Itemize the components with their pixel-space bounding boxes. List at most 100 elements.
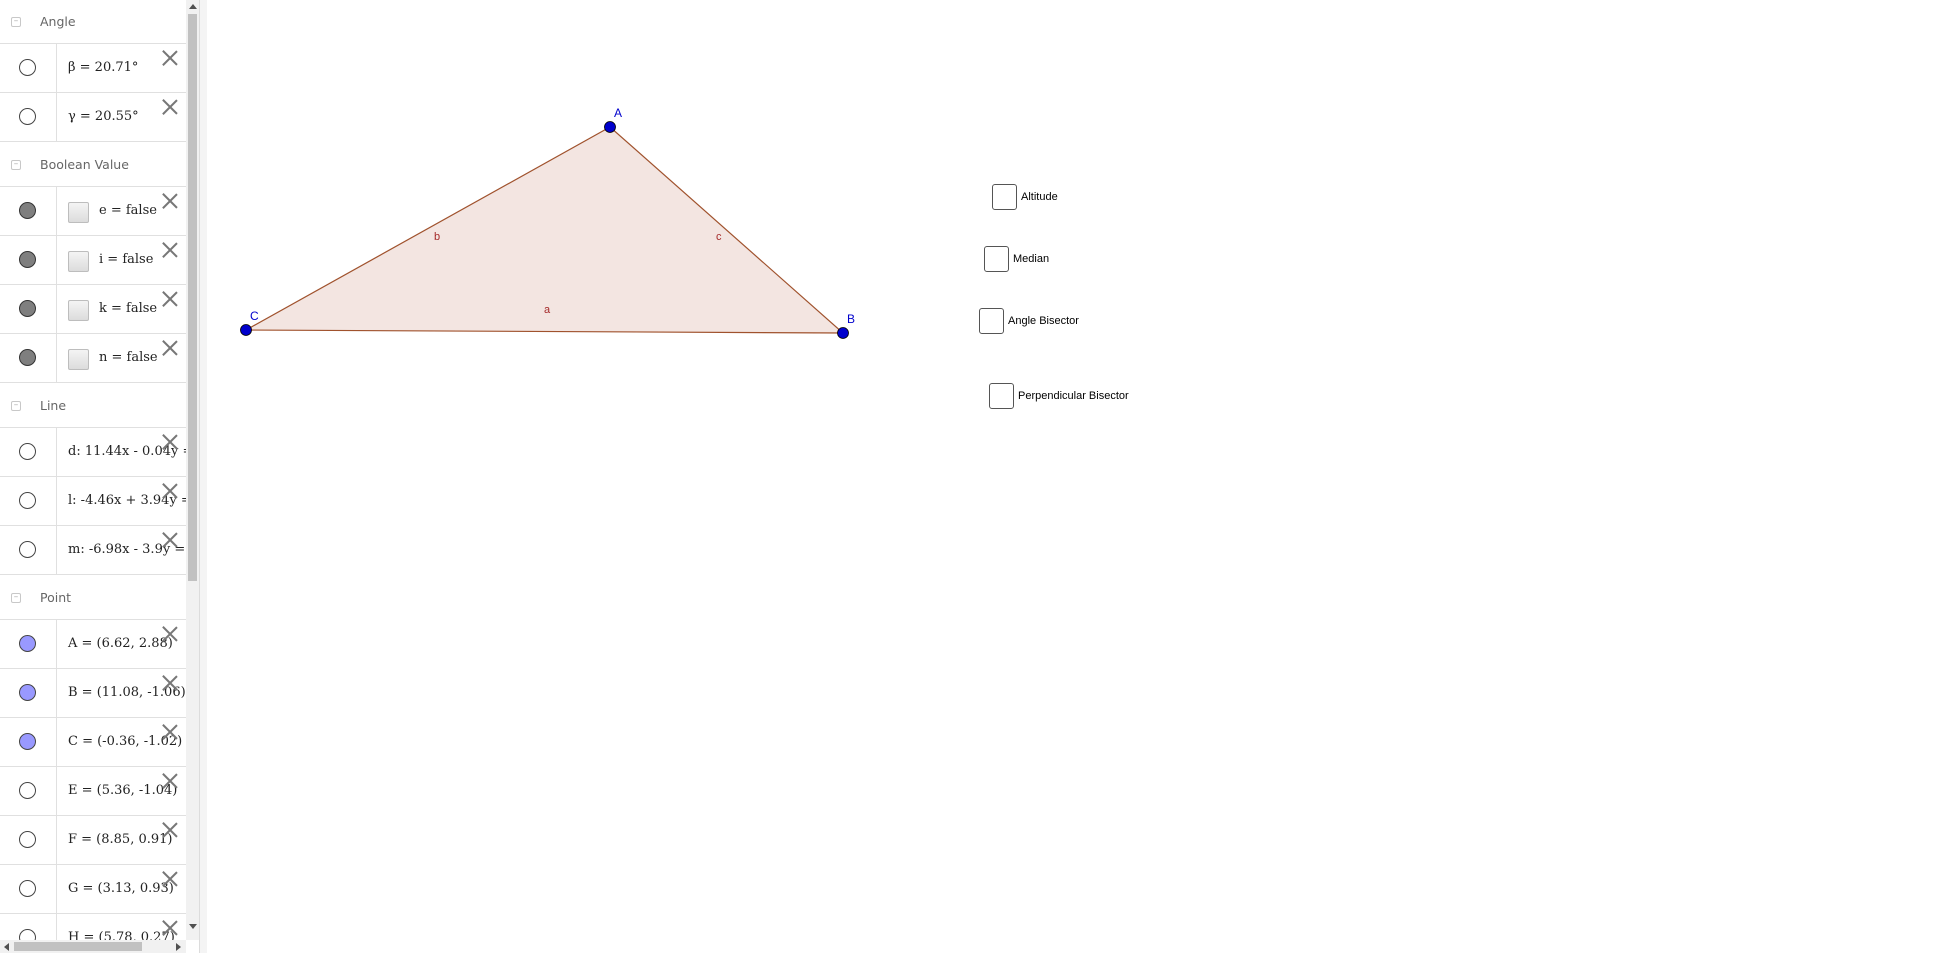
- algebra-item-text[interactable]: γ = 20.55°: [68, 93, 139, 141]
- scrollbar-thumb[interactable]: [14, 942, 142, 951]
- boolean-checkbox[interactable]: [68, 349, 89, 370]
- category-angle[interactable]: – Angle: [0, 0, 186, 44]
- delete-icon[interactable]: [162, 675, 178, 691]
- boolean-checkbox[interactable]: [68, 300, 89, 321]
- triangle-ABC[interactable]: [243, 126, 845, 334]
- algebra-row-e[interactable]: e = false: [0, 187, 186, 236]
- checkbox-label[interactable]: Median: [1013, 253, 1049, 265]
- algebra-item-text[interactable]: k = false: [99, 285, 157, 333]
- algebra-row-E[interactable]: E = (5.36, -1.04): [0, 767, 186, 816]
- scroll-down-arrow-icon[interactable]: [189, 924, 197, 929]
- algebra-row-B[interactable]: B = (11.08, -1.06): [0, 669, 186, 718]
- checkbox-box[interactable]: [992, 184, 1017, 210]
- side-label-c: c: [716, 231, 722, 243]
- visibility-toggle[interactable]: [19, 541, 36, 558]
- visibility-toggle[interactable]: [19, 108, 36, 125]
- algebra-row-m[interactable]: m: -6.98x - 3.9y = -: [0, 526, 186, 575]
- graphics-view[interactable]: a b c A B C Altitude Median Angle Bisect…: [207, 0, 1938, 953]
- point-C[interactable]: [240, 324, 252, 336]
- category-label: Point: [40, 590, 72, 605]
- algebra-row-beta[interactable]: β = 20.71°: [0, 44, 186, 93]
- visibility-toggle[interactable]: [19, 300, 36, 317]
- visibility-toggle[interactable]: [19, 684, 36, 701]
- delete-icon[interactable]: [162, 724, 178, 740]
- visibility-toggle[interactable]: [19, 782, 36, 799]
- algebra-row-F[interactable]: F = (8.85, 0.91): [0, 816, 186, 865]
- scroll-right-arrow-icon[interactable]: [176, 943, 181, 951]
- algebra-item-text[interactable]: e = false: [99, 187, 157, 235]
- visibility-toggle[interactable]: [19, 733, 36, 750]
- altitude-checkbox[interactable]: Altitude: [992, 184, 1058, 210]
- algebra-item-text[interactable]: F = (8.85, 0.91): [68, 816, 172, 864]
- point-B[interactable]: [837, 327, 849, 339]
- point-label-B: B: [847, 312, 855, 326]
- delete-icon[interactable]: [162, 99, 178, 115]
- visibility-toggle[interactable]: [19, 831, 36, 848]
- checkbox-label[interactable]: Angle Bisector: [1008, 315, 1079, 327]
- algebra-row-n[interactable]: n = false: [0, 334, 186, 383]
- category-line[interactable]: – Line: [0, 384, 186, 428]
- algebra-row-d[interactable]: d: 11.44x - 0.04y =: [0, 428, 186, 477]
- collapse-icon[interactable]: –: [11, 593, 21, 603]
- delete-icon[interactable]: [162, 871, 178, 887]
- delete-icon[interactable]: [162, 773, 178, 789]
- checkbox-box[interactable]: [984, 246, 1009, 272]
- boolean-checkbox[interactable]: [68, 251, 89, 272]
- checkbox-box[interactable]: [979, 308, 1004, 334]
- visibility-toggle[interactable]: [19, 880, 36, 897]
- point-A[interactable]: [604, 121, 616, 133]
- delete-icon[interactable]: [162, 434, 178, 450]
- algebra-row-l[interactable]: l: -4.46x + 3.94y =: [0, 477, 186, 526]
- delete-icon[interactable]: [162, 626, 178, 642]
- scrollbar-thumb[interactable]: [188, 14, 197, 581]
- collapse-icon[interactable]: –: [11, 401, 21, 411]
- scroll-left-arrow-icon[interactable]: [4, 943, 9, 951]
- algebra-row-gamma[interactable]: γ = 20.55°: [0, 93, 186, 142]
- boolean-checkbox[interactable]: [68, 202, 89, 223]
- perpendicular-bisector-checkbox[interactable]: Perpendicular Bisector: [989, 383, 1129, 409]
- graphics-canvas[interactable]: a b c A B C: [207, 0, 1938, 953]
- algebra-horizontal-scrollbar[interactable]: [0, 940, 186, 953]
- angle-bisector-checkbox[interactable]: Angle Bisector: [979, 308, 1079, 334]
- algebra-item-text[interactable]: G = (3.13, 0.93): [68, 865, 174, 913]
- algebra-item-text[interactable]: A = (6.62, 2.88): [68, 620, 173, 668]
- algebra-row-k[interactable]: k = false: [0, 285, 186, 334]
- checkbox-box[interactable]: [989, 383, 1014, 409]
- collapse-icon[interactable]: –: [11, 17, 21, 27]
- visibility-toggle[interactable]: [19, 492, 36, 509]
- delete-icon[interactable]: [162, 291, 178, 307]
- view-divider[interactable]: [199, 0, 207, 953]
- checkbox-label[interactable]: Altitude: [1021, 191, 1058, 203]
- delete-icon[interactable]: [162, 340, 178, 356]
- collapse-icon[interactable]: –: [11, 160, 21, 170]
- scroll-up-arrow-icon[interactable]: [189, 4, 197, 9]
- visibility-toggle[interactable]: [19, 443, 36, 460]
- algebra-vertical-scrollbar[interactable]: [186, 0, 199, 940]
- algebra-item-text[interactable]: β = 20.71°: [68, 44, 138, 92]
- median-checkbox[interactable]: Median: [984, 246, 1049, 272]
- delete-icon[interactable]: [162, 920, 178, 936]
- algebra-row-A[interactable]: A = (6.62, 2.88): [0, 620, 186, 669]
- checkbox-label[interactable]: Perpendicular Bisector: [1018, 390, 1129, 402]
- visibility-toggle[interactable]: [19, 349, 36, 366]
- visibility-toggle[interactable]: [19, 59, 36, 76]
- side-label-b: b: [434, 231, 440, 243]
- visibility-toggle[interactable]: [19, 251, 36, 268]
- algebra-row-i[interactable]: i = false: [0, 236, 186, 285]
- delete-icon[interactable]: [162, 193, 178, 209]
- category-boolean[interactable]: – Boolean Value: [0, 143, 186, 187]
- visibility-toggle[interactable]: [19, 635, 36, 652]
- category-label: Line: [40, 398, 67, 413]
- delete-icon[interactable]: [162, 532, 178, 548]
- point-label-A: A: [614, 106, 622, 120]
- delete-icon[interactable]: [162, 483, 178, 499]
- algebra-item-text[interactable]: n = false: [99, 334, 158, 382]
- delete-icon[interactable]: [162, 822, 178, 838]
- delete-icon[interactable]: [162, 50, 178, 66]
- visibility-toggle[interactable]: [19, 202, 36, 219]
- algebra-item-text[interactable]: i = false: [99, 236, 153, 284]
- category-point[interactable]: – Point: [0, 576, 186, 620]
- algebra-row-G[interactable]: G = (3.13, 0.93): [0, 865, 186, 914]
- algebra-row-C[interactable]: C = (-0.36, -1.02): [0, 718, 186, 767]
- delete-icon[interactable]: [162, 242, 178, 258]
